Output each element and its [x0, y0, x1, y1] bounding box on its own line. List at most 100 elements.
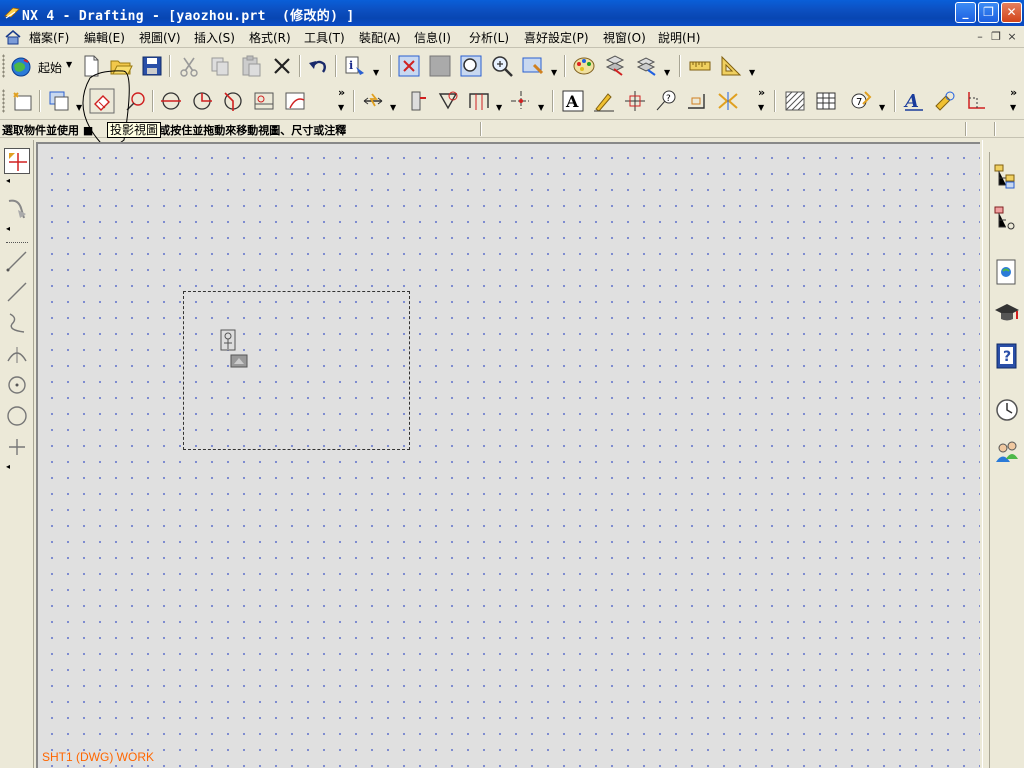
- tabular-note-button[interactable]: [813, 88, 839, 114]
- training-button[interactable]: [991, 298, 1021, 328]
- chevron-down-icon[interactable]: ▼: [664, 69, 672, 77]
- delete-button[interactable]: [269, 53, 295, 79]
- menu-file[interactable]: 檔案(F): [29, 29, 69, 46]
- doc-close-button[interactable]: ×: [1005, 30, 1019, 44]
- toolbar-grip[interactable]: [2, 89, 5, 113]
- open-button[interactable]: [108, 53, 134, 79]
- menu-view[interactable]: 視圖(V): [139, 29, 181, 46]
- menu-tools[interactable]: 工具(T): [304, 29, 345, 46]
- crosshatch-button[interactable]: [782, 88, 808, 114]
- menu-information[interactable]: 信息(I): [414, 29, 451, 46]
- selection-filter-button[interactable]: [4, 148, 30, 174]
- more-tools-1[interactable]: »: [338, 86, 345, 99]
- restore-button[interactable]: ❐: [978, 2, 999, 23]
- new-sheet-button[interactable]: [10, 88, 36, 114]
- drawing-canvas[interactable]: SHT1 (DWG) WORK: [36, 142, 980, 768]
- arc-tool-button[interactable]: [4, 341, 30, 367]
- save-button[interactable]: [139, 53, 165, 79]
- drawing-view-border[interactable]: [183, 291, 410, 450]
- menu-preferences[interactable]: 喜好設定(P): [524, 29, 589, 46]
- part-list-button[interactable]: 7: [848, 88, 874, 114]
- projected-view-button[interactable]: [89, 88, 115, 114]
- line-tool-button[interactable]: [4, 248, 30, 274]
- chevron-down-icon[interactable]: ◂: [6, 462, 10, 471]
- chevron-down-icon[interactable]: ▼: [749, 69, 757, 77]
- feature-parameters-button[interactable]: [404, 88, 430, 114]
- polyline-tool-button[interactable]: [4, 279, 30, 305]
- other-section-button[interactable]: [251, 88, 277, 114]
- close-button[interactable]: ✕: [1001, 2, 1022, 23]
- menu-format[interactable]: 格式(R): [249, 29, 291, 46]
- detail-view-button[interactable]: [123, 88, 149, 114]
- chevron-down-icon[interactable]: ◂: [6, 224, 10, 233]
- label-button[interactable]: [591, 88, 617, 114]
- ordinate-dimension-button[interactable]: [466, 88, 492, 114]
- geometric-tolerance-button[interactable]: [435, 88, 461, 114]
- half-section-button[interactable]: [189, 88, 215, 114]
- circle-center-tool-button[interactable]: [4, 372, 30, 398]
- chevron-down-icon[interactable]: ▼: [496, 104, 504, 112]
- zoom-button[interactable]: [458, 53, 484, 79]
- more-tools-2[interactable]: »: [758, 86, 765, 99]
- display-settings-button[interactable]: [602, 53, 628, 79]
- paste-button[interactable]: [238, 53, 264, 79]
- palette-button[interactable]: [571, 53, 597, 79]
- chevron-down-icon[interactable]: ▼: [338, 104, 346, 112]
- part-navigator-button[interactable]: [991, 160, 1021, 190]
- break-out-section-button[interactable]: [282, 88, 308, 114]
- toolbar-grip[interactable]: [2, 54, 5, 78]
- chevron-down-icon[interactable]: ▼: [538, 104, 546, 112]
- history-palette-button[interactable]: [991, 256, 1021, 286]
- help-button[interactable]: ?: [991, 340, 1021, 370]
- snap-tool-button[interactable]: [4, 196, 30, 222]
- start-button[interactable]: 起始 ▼: [8, 53, 74, 81]
- menu-help[interactable]: 說明(H): [658, 29, 700, 46]
- chevron-down-icon[interactable]: ▼: [758, 104, 766, 112]
- chevron-down-icon[interactable]: ▼: [76, 104, 84, 112]
- view-anchor-icon[interactable]: [220, 329, 236, 351]
- point-tool-button[interactable]: [4, 434, 30, 460]
- weld-symbol-button[interactable]: [715, 88, 741, 114]
- cut-button[interactable]: [176, 53, 202, 79]
- id-symbol-button[interactable]: ?: [653, 88, 679, 114]
- circle-tool-button[interactable]: [4, 403, 30, 429]
- copy-button[interactable]: [207, 53, 233, 79]
- drafting-tools-button[interactable]: [718, 53, 744, 79]
- menu-assemblies[interactable]: 裝配(A): [359, 29, 401, 46]
- undo-button[interactable]: [305, 53, 331, 79]
- revolved-section-button[interactable]: [220, 88, 246, 114]
- chevron-down-icon[interactable]: ◂: [6, 176, 10, 185]
- fit-button[interactable]: [396, 53, 422, 79]
- zoom-window-button[interactable]: [427, 53, 453, 79]
- chevron-down-icon[interactable]: ▼: [551, 69, 559, 77]
- base-view-button[interactable]: [46, 88, 72, 114]
- datum-feature-button[interactable]: [622, 88, 648, 114]
- roles-button[interactable]: [991, 436, 1021, 466]
- zoom-in-out-button[interactable]: [489, 53, 515, 79]
- menu-analysis[interactable]: 分析(L): [469, 29, 509, 46]
- more-tools-3[interactable]: »: [1010, 86, 1017, 99]
- house-icon[interactable]: [4, 29, 22, 45]
- doc-restore-button[interactable]: ❐: [989, 30, 1003, 44]
- menu-window[interactable]: 視窗(O): [603, 29, 646, 46]
- centerline-button[interactable]: [508, 88, 534, 114]
- minimize-button[interactable]: _: [955, 2, 976, 23]
- layer-button[interactable]: [633, 53, 659, 79]
- pan-button[interactable]: [520, 53, 546, 79]
- menu-edit[interactable]: 編輯(E): [84, 29, 125, 46]
- view-label-icon[interactable]: [230, 353, 248, 368]
- surface-finish-button[interactable]: [684, 88, 710, 114]
- chevron-down-icon[interactable]: ▼: [390, 104, 398, 112]
- doc-minimize-button[interactable]: –: [973, 30, 987, 44]
- assembly-navigator-button[interactable]: [991, 202, 1021, 232]
- information-button[interactable]: i: [342, 53, 368, 79]
- new-button[interactable]: [78, 53, 104, 79]
- dimension-button[interactable]: [360, 88, 386, 114]
- chevron-down-icon[interactable]: ▼: [373, 69, 381, 77]
- chevron-down-icon[interactable]: ▼: [1010, 104, 1018, 112]
- section-view-button[interactable]: [158, 88, 184, 114]
- spline-tool-button[interactable]: [4, 310, 30, 336]
- edit-style-button[interactable]: [932, 88, 958, 114]
- measure-button[interactable]: [687, 53, 713, 79]
- annotation-preferences-button[interactable]: A: [901, 88, 927, 114]
